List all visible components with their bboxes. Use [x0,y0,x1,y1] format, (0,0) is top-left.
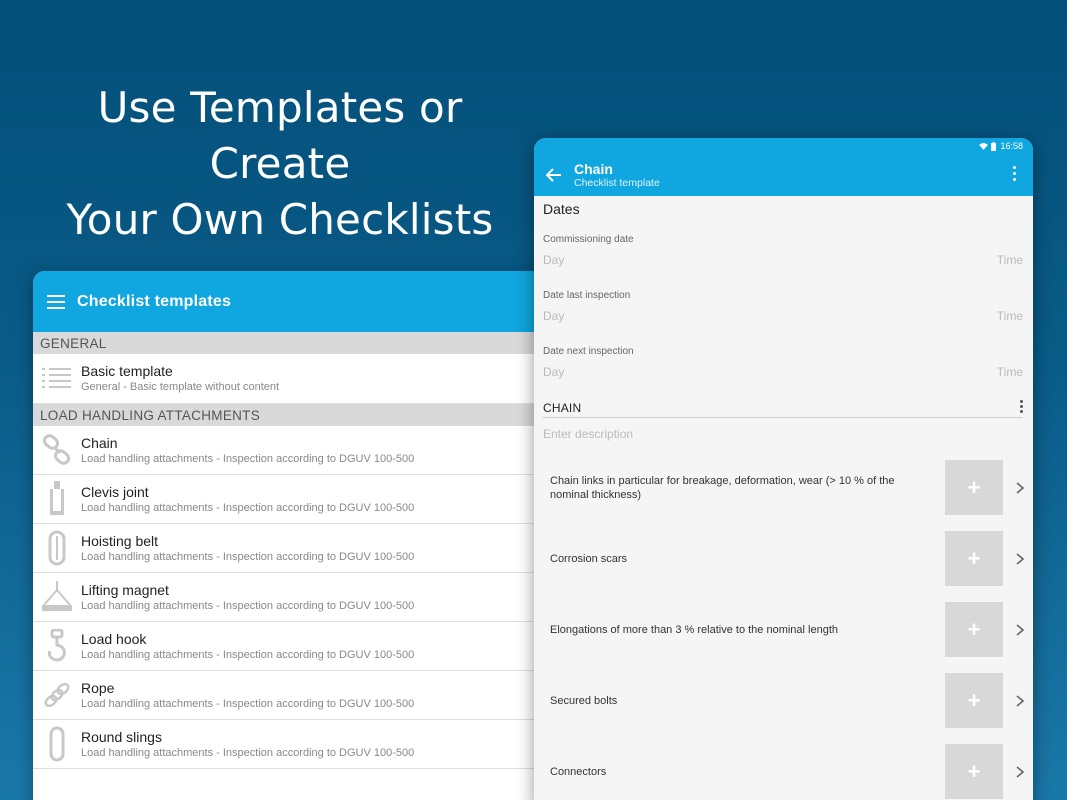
template-item-title: Clevis joint [81,483,149,500]
day-picker[interactable]: Day [543,365,564,379]
chain-section-title: CHAIN [543,400,582,415]
check-item[interactable]: Chain links in particular for breakage, … [543,452,1024,523]
description-input[interactable]: Enter description [543,418,1023,452]
chain-subtitle: Checklist template [574,176,660,189]
last-inspection-date-field[interactable]: Date last inspection Day Time [543,282,1023,338]
template-item-title: Basic template [81,363,173,379]
template-item-rope[interactable]: Rope Load handling attachments - Inspect… [33,671,538,720]
belt-icon [33,524,81,573]
template-item-subtitle: Load handling attachments - Inspection a… [81,599,415,612]
chain-title: Chain [574,160,613,177]
template-item-title: Hoisting belt [81,532,159,549]
section-header-general: GENERAL [33,332,538,354]
time-picker[interactable]: Time [997,309,1023,323]
templates-title: Checklist templates [77,292,232,310]
chain-app-bar: Chain Checklist template [534,154,1033,196]
check-item[interactable]: Elongations of more than 3 % relative to… [543,594,1024,665]
clevis-icon [33,475,81,524]
check-item-text: Elongations of more than 3 % relative to… [550,623,839,636]
template-item-subtitle: Load handling attachments - Inspection a… [81,452,415,465]
check-item-text: Connectors [550,765,607,778]
battery-icon [991,141,997,151]
template-item-subtitle: Load handling attachments - Inspection a… [81,697,415,710]
status-bar: 16:58 [534,138,1033,154]
sling-icon [33,720,81,769]
headline-line-2: Your Own Checklists [66,195,494,244]
rope-icon [33,671,81,720]
template-item-lifting-magnet[interactable]: Lifting magnet Load handling attachments… [33,573,538,622]
hook-icon [33,622,81,671]
chevron-right-icon[interactable] [1016,624,1024,636]
wifi-icon [979,142,989,150]
template-item-title: Rope [81,679,115,696]
date-label: Commissioning date [543,234,634,245]
template-item-title: Lifting magnet [81,581,169,598]
add-photo-button[interactable]: + [945,531,1003,586]
template-item-basic[interactable]: Basic template General - Basic template … [33,354,538,404]
chevron-right-icon[interactable] [1016,695,1024,707]
chevron-right-icon[interactable] [1016,553,1024,565]
menu-icon[interactable] [47,294,65,309]
template-item-subtitle: Load handling attachments - Inspection a… [81,648,415,661]
commissioning-date-field[interactable]: Commissioning date Day Time [543,226,1023,282]
time-picker[interactable]: Time [997,253,1023,267]
template-item-subtitle: Load handling attachments - Inspection a… [81,550,415,563]
day-picker[interactable]: Day [543,309,564,323]
template-item-load-hook[interactable]: Load hook Load handling attachments - In… [33,622,538,671]
magnet-icon [33,573,81,622]
template-item-subtitle: General - Basic template without content [81,381,280,393]
chevron-right-icon[interactable] [1016,766,1024,778]
check-item[interactable]: Connectors + [543,736,1024,800]
template-item-subtitle: Load handling attachments - Inspection a… [81,501,415,514]
add-photo-button[interactable]: + [945,602,1003,657]
date-label: Date next inspection [543,346,634,357]
templates-app-bar: Checklist templates [33,271,538,332]
next-inspection-date-field[interactable]: Date next inspection Day Time [543,338,1023,394]
promo-headline: Use Templates or Create Your Own Checkli… [30,80,530,248]
check-item-text: Corrosion scars [550,552,628,565]
day-picker[interactable]: Day [543,253,564,267]
date-label: Date last inspection [543,290,631,301]
check-item[interactable]: Secured bolts + [543,665,1024,736]
chain-template-screen: 16:58 Chain Checklist template Dates Com… [534,138,1033,800]
back-arrow-icon[interactable] [546,168,562,182]
check-item-text: Secured bolts [550,694,618,707]
template-item-subtitle: Load handling attachments - Inspection a… [81,746,415,759]
add-photo-button[interactable]: + [945,744,1003,799]
time-picker[interactable]: Time [997,365,1023,379]
add-photo-button[interactable]: + [945,460,1003,515]
chain-section-header: CHAIN [543,398,1023,418]
checklist-templates-screen: Checklist templates GENERAL Basic templa… [33,271,538,800]
template-item-title: Round slings [81,728,162,745]
headline-line-1: Use Templates or Create [97,83,463,188]
template-item-title: Load hook [81,630,147,647]
template-item-clevis-joint[interactable]: Clevis joint Load handling attachments -… [33,475,538,524]
chevron-right-icon[interactable] [1016,482,1024,494]
more-options-icon[interactable] [1013,166,1017,182]
chain-icon [33,426,81,475]
check-item-text: Chain links in particular for breakage, … [550,474,895,501]
status-time: 16:58 [1000,141,1023,151]
section-options-icon[interactable] [1020,400,1023,415]
template-item-chain[interactable]: Chain Load handling attachments - Inspec… [33,426,538,475]
template-item-hoisting-belt[interactable]: Hoisting belt Load handling attachments … [33,524,538,573]
list-icon [33,354,81,403]
section-header-load-handling: LOAD HANDLING ATTACHMENTS [33,404,538,426]
template-item-title: Chain [81,434,118,451]
add-photo-button[interactable]: + [945,673,1003,728]
template-item-round-slings[interactable]: Round slings Load handling attachments -… [33,720,538,769]
dates-header: Dates [543,201,580,217]
check-item[interactable]: Corrosion scars + [543,523,1024,594]
